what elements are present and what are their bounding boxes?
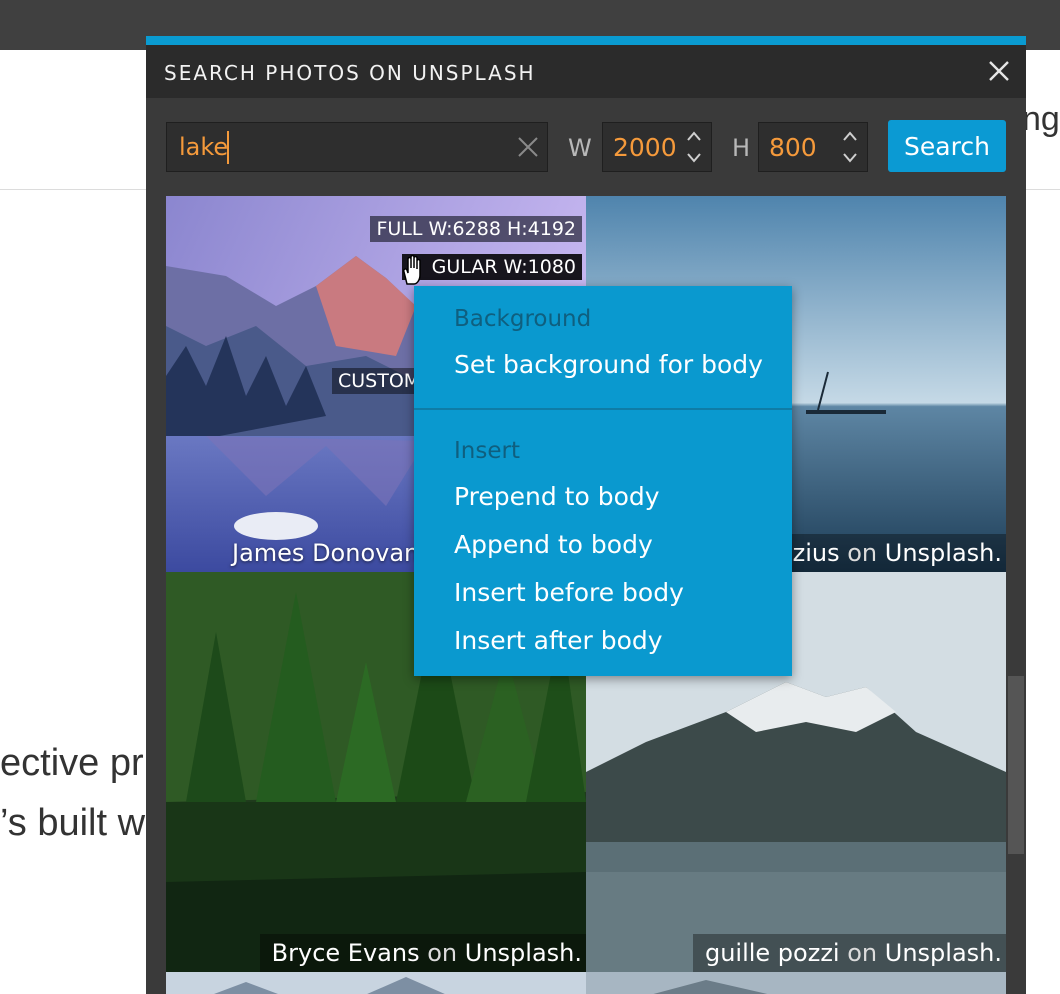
photo-author: zius [792, 539, 840, 567]
search-field[interactable] [166, 122, 548, 172]
menu-item-prepend[interactable]: Prepend to body [454, 482, 660, 511]
height-stepper-icon[interactable] [841, 127, 859, 167]
close-icon[interactable] [986, 58, 1012, 84]
menu-item-insert-before[interactable]: Insert before body [454, 578, 684, 607]
width-stepper-icon[interactable] [685, 127, 703, 167]
dialog-accent-bar [146, 36, 1026, 45]
clear-icon[interactable] [515, 134, 541, 160]
menu-item-append[interactable]: Append to body [454, 530, 653, 559]
dialog-header: SEARCH PHOTOS ON UNSPLASH [146, 45, 1026, 98]
photo-tile[interactable] [166, 972, 586, 994]
photo-credit: zius on Unsplash. [780, 534, 1006, 572]
photo-author: James Donovan [232, 539, 420, 567]
photo-credit: James Donovan [232, 534, 419, 572]
photo-tile[interactable] [586, 972, 1006, 994]
unsplash-link[interactable]: Unsplash. [885, 939, 1002, 967]
size-option-regular[interactable]: GULAR W:1080 [401, 254, 582, 280]
next-photo-partial [166, 972, 586, 994]
photo-credit-on: on [847, 939, 878, 967]
scrollbar-thumb[interactable] [1008, 676, 1024, 854]
photo-credit: guille pozzi on Unsplash. [692, 934, 1006, 972]
size-option-custom[interactable]: CUSTOM [332, 368, 427, 394]
text-caret [227, 131, 229, 164]
menu-separator [414, 408, 792, 410]
page-text-line: ’s built wi [0, 802, 154, 844]
search-button[interactable]: Search [888, 120, 1006, 172]
width-value: 2000 [613, 133, 677, 162]
unsplash-link[interactable]: Unsplash. [885, 539, 1002, 567]
hand-cursor-icon [403, 254, 421, 285]
photo-credit: Bryce Evans on Unsplash. [259, 934, 586, 972]
next-photo-partial [586, 972, 1006, 994]
photo-author: Bryce Evans [271, 939, 420, 967]
photo-author: guille pozzi [704, 939, 840, 967]
width-field[interactable]: 2000 [602, 122, 712, 172]
menu-item-set-background[interactable]: Set background for body [454, 350, 763, 379]
context-menu: Background Set background for body Inser… [414, 286, 792, 676]
menu-heading-background: Background [454, 306, 592, 332]
size-option-full[interactable]: FULL W:6288 H:4192 [370, 216, 582, 242]
page-text-fragment: ng [1022, 100, 1060, 138]
photo-credit-on: on [847, 539, 878, 567]
search-toolbar: W 2000 H 800 Search [146, 98, 1026, 194]
height-field[interactable]: 800 [758, 122, 868, 172]
width-label: W [568, 134, 592, 162]
height-label: H [732, 134, 751, 162]
menu-item-insert-after[interactable]: Insert after body [454, 626, 663, 655]
page-text-line: ective pri [0, 742, 153, 784]
unsplash-link[interactable]: Unsplash. [465, 939, 582, 967]
dialog-title: SEARCH PHOTOS ON UNSPLASH [164, 61, 536, 85]
photo-credit-on: on [427, 939, 458, 967]
menu-heading-insert: Insert [454, 438, 520, 464]
height-value: 800 [769, 133, 817, 162]
